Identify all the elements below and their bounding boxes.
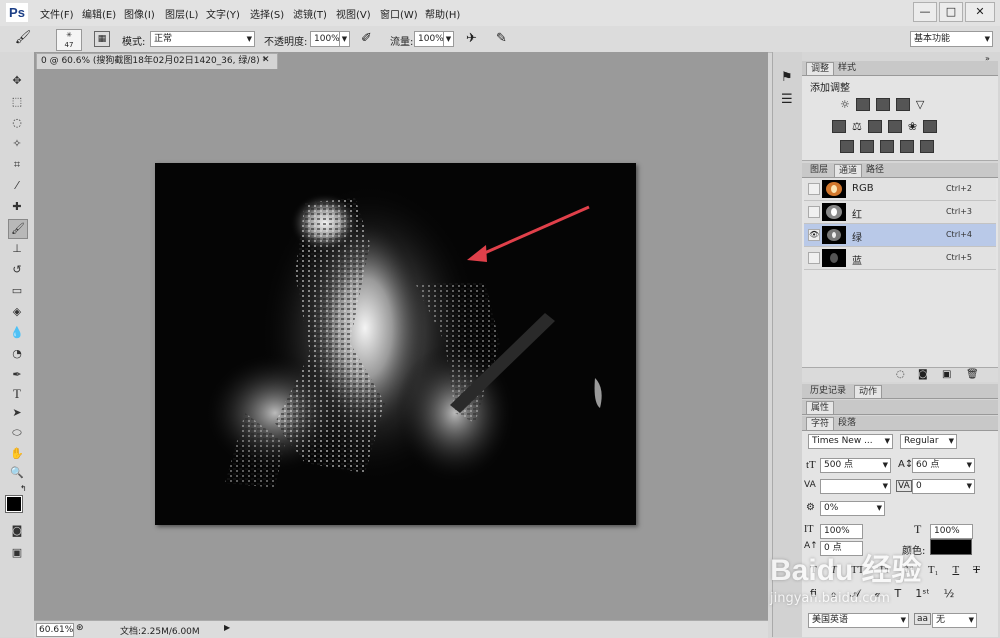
tab-layers[interactable]: 图层 <box>806 164 832 176</box>
font-size-input[interactable]: 500 点 ▼ <box>820 458 891 473</box>
leading-icon: A↕ <box>898 459 914 470</box>
history-panel-icon[interactable]: ⚑ <box>781 70 793 85</box>
tab-history[interactable]: 历史记录 <box>806 385 850 397</box>
channel-name: 蓝 <box>852 256 862 267</box>
font-size-icon: tT <box>806 459 816 471</box>
color-lookup-icon[interactable] <box>923 120 938 133</box>
threshold-icon[interactable] <box>880 140 894 153</box>
strikethrough-icon[interactable]: T <box>973 564 980 576</box>
visibility-toggle[interactable] <box>808 252 820 264</box>
status-icon[interactable]: ⊛ <box>76 623 84 633</box>
adjustments-panel: 添加调整 ☼ ▽ ⚖ ❀ <box>802 76 998 161</box>
visibility-toggle[interactable] <box>808 183 820 195</box>
selective-color-icon[interactable] <box>900 140 914 153</box>
exposure-icon[interactable] <box>895 98 910 111</box>
tsume-icon: ⚙ <box>806 502 815 513</box>
channel-row-blue[interactable]: 蓝 Ctrl+5 <box>804 247 996 270</box>
posterize-icon[interactable] <box>860 140 874 153</box>
channel-shortcut: Ctrl+2 <box>945 184 972 193</box>
tab-styles[interactable]: 样式 <box>834 62 860 74</box>
channel-thumbnail <box>822 180 846 198</box>
load-selection-icon[interactable]: ◌ <box>896 369 905 380</box>
channel-name: 红 <box>852 210 862 221</box>
photo-filter-icon[interactable] <box>887 120 902 133</box>
vibrance-icon[interactable]: ▽ <box>916 98 924 111</box>
font-family-select[interactable]: Times New ... ▼ <box>808 434 893 449</box>
watermark: Baidu 经验 jingyan.baidu.com <box>770 545 970 606</box>
invert-icon[interactable] <box>840 140 854 153</box>
tab-paths[interactable]: 路径 <box>862 164 888 176</box>
visibility-toggle[interactable] <box>808 206 820 218</box>
black-white-icon[interactable] <box>867 120 882 133</box>
channels-footer: ◌ ◙ ▣ 🗑 <box>802 367 998 382</box>
arrow-to-canvas <box>479 205 590 257</box>
save-selection-icon[interactable]: ◙ <box>918 369 928 380</box>
channel-thumbnail <box>822 226 846 244</box>
curves-icon[interactable] <box>875 98 890 111</box>
horizontal-scale-input[interactable]: 100% <box>930 524 973 539</box>
tab-channels[interactable]: 通道 <box>834 164 863 177</box>
watermark-brand: Baidu 经验 <box>770 554 922 587</box>
vertical-scale-icon: IT <box>804 524 814 535</box>
zoom-field[interactable]: 60.61% <box>36 623 74 637</box>
watermark-url: jingyan.baidu.com <box>770 591 890 606</box>
levels-icon[interactable] <box>855 98 870 111</box>
channel-shortcut: Ctrl+4 <box>945 230 972 239</box>
adjustment-row-3 <box>840 140 934 153</box>
tab-character[interactable]: 字符 <box>806 417 835 430</box>
horizontal-scale-icon: T <box>914 522 922 536</box>
language-select[interactable]: 美国英语 ▼ <box>808 613 909 628</box>
brightness-icon[interactable]: ☼ <box>840 98 850 111</box>
color-balance-icon[interactable]: ⚖ <box>852 120 862 133</box>
character-panel: Times New ... ▼ Regular ▼ tT 500 点 ▼ A↕ 60 … <box>802 431 998 637</box>
history-tabs: 历史记录 动作 <box>802 384 998 399</box>
tsume-input[interactable]: 0% ▼ <box>820 501 885 516</box>
channel-shortcut: Ctrl+3 <box>945 207 972 216</box>
channel-row-red[interactable]: 红 Ctrl+3 <box>804 201 996 224</box>
channel-mixer-icon[interactable]: ❀ <box>908 120 917 133</box>
channel-name: RGB <box>852 183 874 194</box>
antialias-select[interactable]: 无 ▼ <box>932 613 977 628</box>
adjustment-row-2: ⚖ ❀ <box>832 120 938 133</box>
add-adjustment-title: 添加调整 <box>810 83 850 94</box>
properties-panel-icon[interactable]: ☰ <box>781 92 793 107</box>
layers-tabs: 图层 通道 路径 <box>802 163 998 178</box>
kerning-input[interactable]: ▼ <box>820 479 891 494</box>
status-bar: 60.61% ⊛ 文档:2.25M/6.00M ▶ <box>34 620 768 638</box>
tab-actions[interactable]: 动作 <box>854 385 883 398</box>
tab-adjustments[interactable]: 调整 <box>806 62 835 75</box>
tab-paragraph[interactable]: 段落 <box>834 417 860 429</box>
vertical-scale-input[interactable]: 100% <box>820 524 863 539</box>
kerning-icon: VA <box>804 480 816 490</box>
delete-channel-icon[interactable]: 🗑 <box>966 369 979 380</box>
new-channel-icon[interactable]: ▣ <box>942 369 951 380</box>
gradient-map-icon[interactable] <box>920 140 934 153</box>
channel-row-green[interactable]: 👁 绿 Ctrl+4 <box>804 224 996 247</box>
adjust-tabs: 调整 样式 <box>802 61 998 76</box>
channel-thumbnail <box>822 249 846 267</box>
adjustment-row-1: ☼ ▽ <box>840 98 924 111</box>
tab-properties[interactable]: 属性 <box>806 401 835 414</box>
channel-thumbnail <box>822 203 846 221</box>
channel-row-rgb[interactable]: RGB Ctrl+2 <box>804 178 996 201</box>
tracking-icon: VA <box>896 480 912 492</box>
antialias-icon: aa <box>914 613 932 625</box>
hue-saturation-icon[interactable] <box>832 120 846 133</box>
font-style-select[interactable]: Regular ▼ <box>900 434 957 449</box>
channel-name: 绿 <box>852 233 862 244</box>
leading-input[interactable]: 60 点 ▼ <box>912 458 975 473</box>
tracking-input[interactable]: 0 ▼ <box>912 479 975 494</box>
properties-tabs: 属性 <box>802 400 998 415</box>
collapse-panels-icon[interactable]: » <box>985 54 990 63</box>
channel-shortcut: Ctrl+5 <box>945 253 972 262</box>
arrow-head-canvas <box>467 245 487 262</box>
eye-icon[interactable]: 👁 <box>808 229 820 241</box>
status-menu-arrow[interactable]: ▶ <box>224 623 230 632</box>
doc-info: 文档:2.25M/6.00M <box>120 627 200 637</box>
character-tabs: 字符 段落 <box>802 416 998 431</box>
